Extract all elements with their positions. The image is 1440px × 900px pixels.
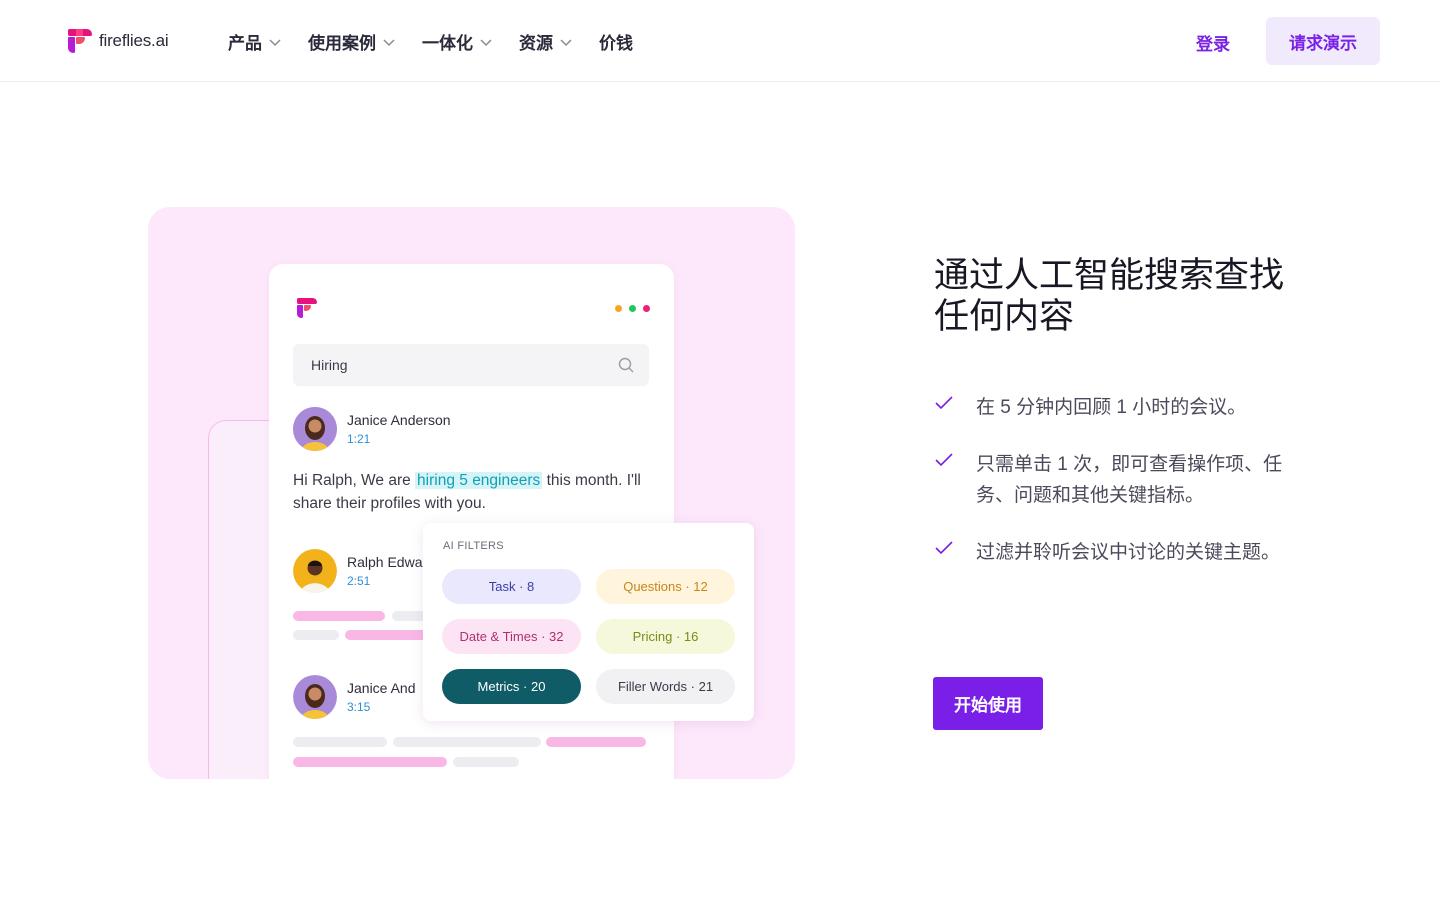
placeholder-bar: [293, 611, 385, 621]
chevron-down-icon: [269, 38, 281, 46]
filter-chip-pricing[interactable]: Pricing · 16: [596, 619, 735, 654]
feature-illustration: Hiring Janice Anderson 1:21 Hi Ralph, We…: [148, 207, 795, 779]
chevron-down-icon: [383, 38, 395, 46]
nav-item-use-cases[interactable]: 使用案例: [308, 29, 396, 54]
logo-text: fireflies.ai: [99, 31, 169, 50]
search-input-value: Hiring: [311, 357, 348, 373]
filter-chip-date-times[interactable]: Date & Times · 32: [442, 619, 581, 654]
nav-item-pricing[interactable]: 价钱: [599, 29, 633, 54]
timestamp[interactable]: 2:51: [347, 574, 370, 588]
filter-chip-questions[interactable]: Questions · 12: [596, 569, 735, 604]
placeholder-bar: [393, 737, 541, 747]
check-icon: [935, 453, 953, 467]
feature-text: 在 5 分钟内回顾 1 小时的会议。: [976, 397, 1247, 418]
placeholder-bar: [293, 630, 339, 640]
fireflies-logo[interactable]: fireflies.ai: [68, 29, 169, 53]
filter-chip-filler-words[interactable]: Filler Words · 21: [596, 669, 735, 704]
timestamp[interactable]: 1:21: [347, 432, 370, 446]
check-icon: [935, 541, 953, 555]
check-icon: [935, 396, 953, 410]
filter-chip-task[interactable]: Task · 8: [442, 569, 581, 604]
search-highlight: hiring 5 engineers: [415, 472, 543, 489]
nav-item-resources[interactable]: 资源: [519, 29, 573, 54]
nav-item-label: 一体化: [422, 34, 473, 53]
window-dots-icon: [615, 305, 650, 312]
timestamp[interactable]: 3:15: [347, 700, 370, 714]
placeholder-bar: [345, 630, 435, 640]
nav-item-products[interactable]: 产品: [228, 29, 282, 54]
filter-chip-metrics[interactable]: Metrics · 20: [442, 669, 581, 704]
site-header: fireflies.ai 产品 使用案例 一体化 资源 价钱 登录 请求演示: [0, 0, 1440, 82]
feature-text: 只需单击 1 次，即可查看操作项、任务、问题和其他关键指标。: [976, 454, 1283, 506]
speaker-name: Janice And: [347, 680, 416, 696]
avatar: [293, 549, 337, 593]
avatar: [293, 407, 337, 451]
nav-item-label: 价钱: [599, 34, 633, 53]
search-icon: [618, 357, 634, 373]
nav-item-label: 使用案例: [308, 34, 376, 53]
placeholder-bar: [293, 757, 447, 767]
main-nav: 产品 使用案例 一体化 资源 价钱: [228, 29, 633, 54]
ai-filters-panel: AI FILTERS Task · 8 Questions · 12 Date …: [423, 523, 754, 721]
section-heading: 通过人工智能搜索查找任何内容: [934, 256, 1285, 336]
login-link[interactable]: 登录: [1196, 30, 1230, 55]
chevron-down-icon: [480, 38, 492, 46]
feature-text: 过滤并聆听会议中讨论的关键主题。: [976, 542, 1281, 563]
chevron-down-icon: [560, 38, 572, 46]
placeholder-bar: [546, 737, 646, 747]
nav-item-label: 产品: [228, 34, 262, 53]
fireflies-logo-icon: [68, 29, 92, 53]
nav-item-integrations[interactable]: 一体化: [422, 29, 493, 54]
nav-item-label: 资源: [519, 34, 553, 53]
avatar: [293, 675, 337, 719]
transcript-message: Hi Ralph, We are hiring 5 engineers this…: [293, 469, 663, 515]
filters-title: AI FILTERS: [443, 540, 504, 552]
placeholder-bar: [293, 737, 387, 747]
placeholder-bar: [453, 757, 519, 767]
get-started-button[interactable]: 开始使用: [933, 677, 1043, 730]
speaker-name: Ralph Edwa: [347, 554, 423, 570]
search-input[interactable]: Hiring: [293, 344, 649, 386]
request-demo-button[interactable]: 请求演示: [1266, 17, 1380, 65]
speaker-name: Janice Anderson: [347, 412, 451, 428]
fireflies-logo-icon: [297, 298, 319, 320]
message-text: Hi Ralph, We are: [293, 472, 416, 489]
